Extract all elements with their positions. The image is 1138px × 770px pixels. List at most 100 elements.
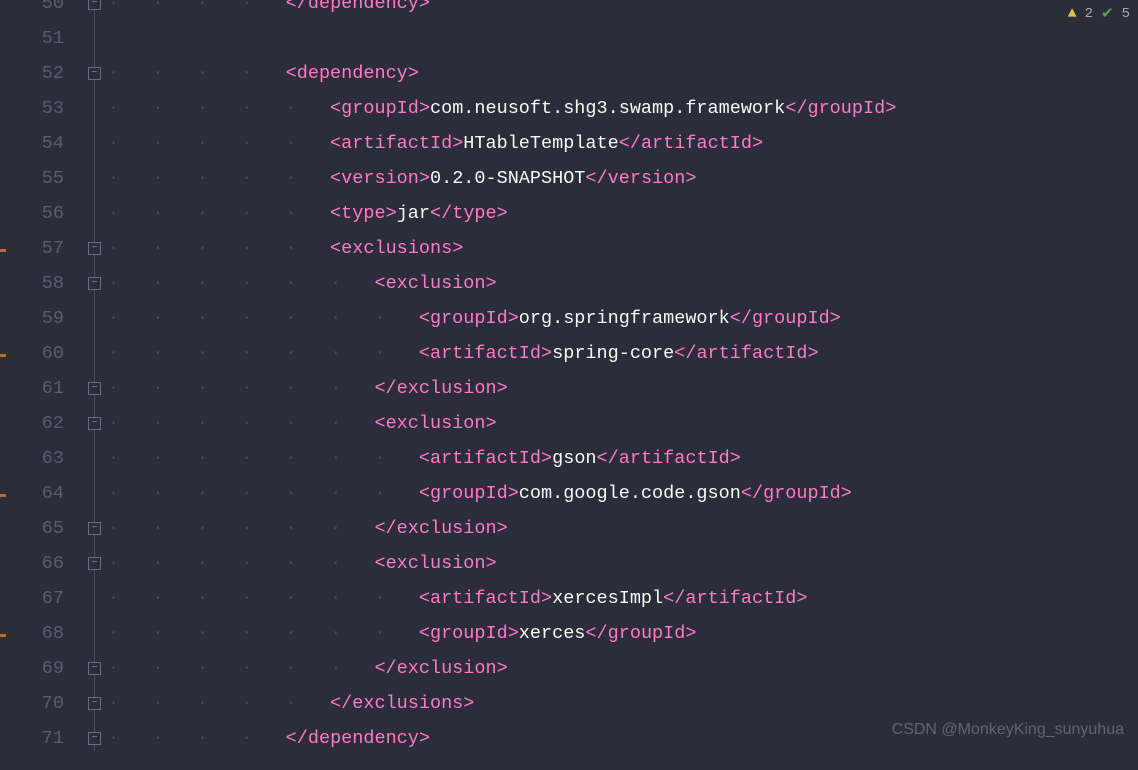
code-line[interactable]: · · · · · <exclusions>	[108, 231, 1138, 266]
xml-bracket: >	[730, 448, 741, 469]
xml-bracket: >	[485, 553, 496, 574]
code-line[interactable]: · · · · · · · <artifactId>gson</artifact…	[108, 441, 1138, 476]
fold-toggle-icon[interactable]	[88, 557, 101, 570]
xml-bracket: <	[419, 588, 430, 609]
xml-tag-name: groupId	[341, 98, 419, 119]
xml-bracket: >	[497, 378, 508, 399]
xml-bracket: </	[330, 693, 352, 714]
xml-text: gson	[552, 448, 596, 469]
code-line[interactable]: · · · · · · · <groupId>com.google.code.g…	[108, 476, 1138, 511]
xml-tag-name: artifactId	[696, 343, 807, 364]
fold-toggle-icon[interactable]	[88, 522, 101, 535]
warning-count: 2	[1085, 6, 1093, 22]
code-line[interactable]: · · · · · · </exclusion>	[108, 651, 1138, 686]
check-count: 5	[1122, 6, 1130, 22]
code-line[interactable]: · · · · · <groupId>com.neusoft.shg3.swam…	[108, 91, 1138, 126]
fold-toggle-icon[interactable]	[88, 382, 101, 395]
xml-bracket: <	[374, 413, 385, 434]
indent-guides: · · · · · · ·	[108, 308, 419, 329]
indent-guides: · · · · ·	[108, 168, 330, 189]
line-number: 62	[0, 406, 64, 441]
code-line[interactable]: · · · · · · </exclusion>	[108, 511, 1138, 546]
xml-bracket: <	[330, 238, 341, 259]
indent-guides: · · · · ·	[108, 693, 330, 714]
xml-bracket: <	[419, 308, 430, 329]
line-number: 51	[0, 21, 64, 56]
code-line[interactable]: · · · · · · </exclusion>	[108, 371, 1138, 406]
code-line[interactable]: · · · · · · <exclusion>	[108, 406, 1138, 441]
xml-bracket: >	[452, 238, 463, 259]
xml-tag-name: type	[452, 203, 496, 224]
fold-toggle-icon[interactable]	[88, 67, 101, 80]
xml-bracket: >	[541, 588, 552, 609]
xml-tag-name: groupId	[430, 308, 508, 329]
indent-guides: · · · · · · ·	[108, 588, 419, 609]
code-line[interactable]: · · · · · <version>0.2.0-SNAPSHOT</versi…	[108, 161, 1138, 196]
xml-bracket: >	[830, 308, 841, 329]
code-line[interactable]: · · · · · · · <artifactId>spring-core</a…	[108, 336, 1138, 371]
xml-tag-name: exclusion	[397, 378, 497, 399]
fold-toggle-icon[interactable]	[88, 732, 101, 745]
xml-tag-name: artifactId	[341, 133, 452, 154]
fold-toggle-icon[interactable]	[88, 242, 101, 255]
code-line[interactable]: · · · · </dependency>	[108, 0, 1138, 21]
xml-bracket: >	[685, 168, 696, 189]
code-line[interactable]: · · · · · · <exclusion>	[108, 266, 1138, 301]
indent-guides: · · · ·	[108, 63, 286, 84]
code-line[interactable]: · · · · · · · <groupId>xerces</groupId>	[108, 616, 1138, 651]
code-line[interactable]: · · · · · <type>jar</type>	[108, 196, 1138, 231]
xml-bracket: >	[541, 343, 552, 364]
xml-bracket: >	[452, 133, 463, 154]
fold-toggle-icon[interactable]	[88, 277, 101, 290]
xml-tag-name: dependency	[308, 728, 419, 749]
code-line[interactable]	[108, 21, 1138, 56]
xml-tag-name: dependency	[308, 0, 419, 14]
indent-guides: · · · · · ·	[108, 553, 374, 574]
xml-tag-name: groupId	[752, 308, 830, 329]
code-line[interactable]: · · · · · · · <artifactId>xercesImpl</ar…	[108, 581, 1138, 616]
xml-bracket: >	[419, 0, 430, 14]
xml-bracket: </	[286, 728, 308, 749]
line-number: 66	[0, 546, 64, 581]
code-area[interactable]: · · · · </dependency>· · · · <dependency…	[104, 0, 1138, 751]
xml-tag-name: exclusion	[397, 658, 497, 679]
code-line[interactable]: · · · · <dependency>	[108, 56, 1138, 91]
code-line[interactable]: · · · · · · <exclusion>	[108, 546, 1138, 581]
line-number: 59	[0, 301, 64, 336]
inspection-status[interactable]: ▲ 2 ✔ 5	[1068, 4, 1130, 23]
fold-toggle-icon[interactable]	[88, 662, 101, 675]
xml-tag-name: exclusion	[386, 553, 486, 574]
xml-bracket: </	[286, 0, 308, 14]
xml-bracket: <	[286, 63, 297, 84]
xml-text: com.google.code.gson	[519, 483, 741, 504]
fold-toggle-icon[interactable]	[88, 697, 101, 710]
code-line[interactable]: · · · · · </exclusions>	[108, 686, 1138, 721]
fold-toggle-icon[interactable]	[88, 0, 101, 10]
xml-tag-name: groupId	[763, 483, 841, 504]
indent-guides: · · · · ·	[108, 238, 330, 259]
code-editor[interactable]: 5051525354555657585960616263646566676869…	[0, 0, 1138, 751]
xml-bracket: >	[497, 518, 508, 539]
line-number: 60	[0, 336, 64, 371]
xml-tag-name: exclusions	[352, 693, 463, 714]
indent-guides: · · · · ·	[108, 133, 330, 154]
line-number: 68	[0, 616, 64, 651]
xml-bracket: <	[330, 203, 341, 224]
fold-toggle-icon[interactable]	[88, 417, 101, 430]
xml-bracket: >	[885, 98, 896, 119]
indent-guides: · · · · · ·	[108, 413, 374, 434]
xml-tag-name: artifactId	[430, 588, 541, 609]
xml-tag-name: artifactId	[619, 448, 730, 469]
xml-bracket: </	[674, 343, 696, 364]
line-numbers: 5051525354555657585960616263646566676869…	[0, 0, 64, 770]
xml-tag-name: version	[341, 168, 419, 189]
code-line[interactable]: · · · · · · · <groupId>org.springframewo…	[108, 301, 1138, 336]
check-icon: ✔	[1101, 4, 1114, 23]
code-line[interactable]: · · · · · <artifactId>HTableTemplate</ar…	[108, 126, 1138, 161]
xml-tag-name: exclusion	[397, 518, 497, 539]
xml-bracket: <	[419, 343, 430, 364]
indent-guides: · · · ·	[108, 728, 286, 749]
xml-bracket: >	[508, 623, 519, 644]
xml-bracket: </	[730, 308, 752, 329]
indent-guides: · · · · · · ·	[108, 623, 419, 644]
